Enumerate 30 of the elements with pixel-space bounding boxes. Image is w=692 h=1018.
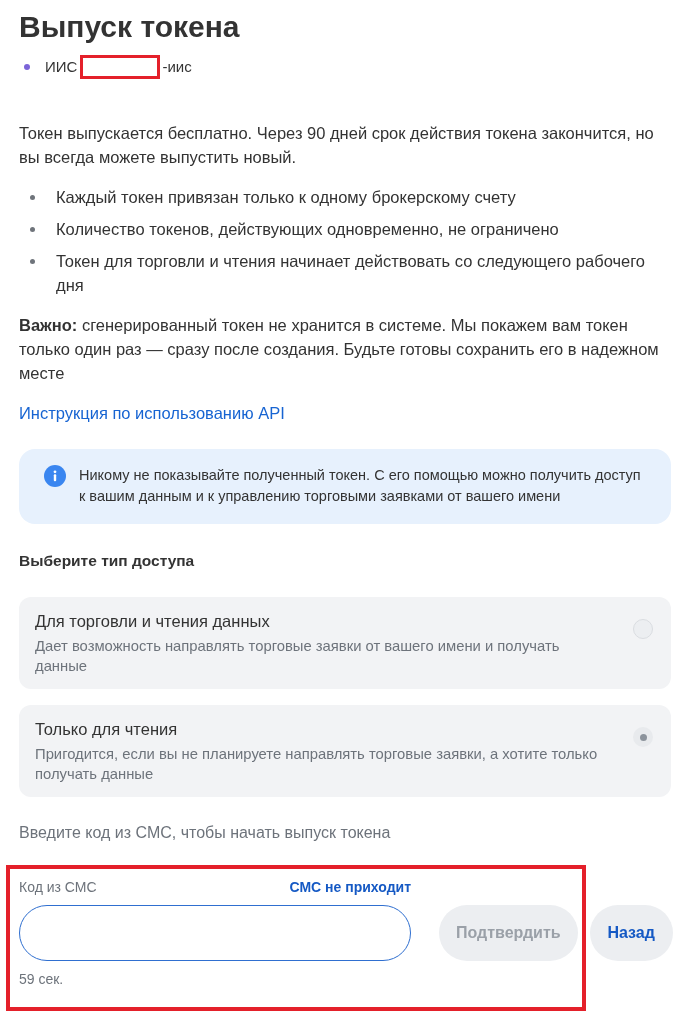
option-description: Пригодится, если вы не планируете направлять торговые заявки, а хотите только получать данные (35, 745, 599, 784)
account-name-end: -иис (162, 57, 192, 77)
access-option-card[interactable]: Для торговли и чтения данных Дает возможность направлять торговые заявки от вашего имени и получать данные (19, 597, 671, 689)
countdown-timer: 59 сек. (19, 970, 65, 988)
sms-code-field[interactable] (19, 905, 411, 961)
sms-prompt: Введите код из СМС, чтобы начать выпуск токена (19, 823, 392, 843)
access-option-card[interactable]: Только для чтения Пригодится, если вы не планируете направлять торговые заявки, а хотите только получать данные (19, 705, 671, 797)
bullet-text: Каждый токен привязан только к одному брокерскому счету (56, 187, 516, 208)
info-icon (44, 465, 66, 487)
back-button[interactable]: Назад (589, 905, 673, 961)
status-dot-icon (24, 64, 30, 70)
option-description: Дает возможность направлять торговые заявки от вашего имени и получать данные (35, 637, 561, 676)
account-name-start: ИИС (45, 57, 78, 77)
bullet-icon (30, 259, 35, 264)
bullet-icon (30, 195, 35, 200)
section-heading: Выберите тип доступа (19, 551, 196, 571)
bullet-text: Токен для торговли и чтения начинает действовать со следующего рабочего дня (56, 251, 647, 296)
radio-button[interactable] (633, 619, 653, 639)
option-title: Для торговли и чтения данных (35, 611, 271, 632)
notice-text: Важно: сгенерированный токен не хранится в системе. Мы покажем вам токен только один раз — сразу после создания. Будьте готовы сохранить его в надежном месте (19, 315, 660, 384)
alert-text: Никому не показывайте полученный токен. С его помощью можно получить доступ к вашим данным и к управлению торговыми заявками от вашего имени (79, 466, 642, 506)
api-instructions-link[interactable]: Инструкция по использованию API (19, 401, 285, 425)
option-title: Только для чтения (35, 719, 179, 740)
sms-help-link[interactable]: СМС не приходит (289, 878, 411, 896)
bullet-text: Количество токенов, действующих одновременно, не ограничено (56, 219, 559, 240)
intro-text: Токен выпускается бесплатно. Через 90 дней срок действия токена закончится, но вы всегда можете выпустить новый. (19, 123, 655, 168)
bullet-icon (30, 227, 35, 232)
radio-button[interactable] (633, 727, 653, 747)
field-label: Код из СМС (19, 878, 97, 896)
page-title: Выпуск токена (19, 9, 241, 45)
